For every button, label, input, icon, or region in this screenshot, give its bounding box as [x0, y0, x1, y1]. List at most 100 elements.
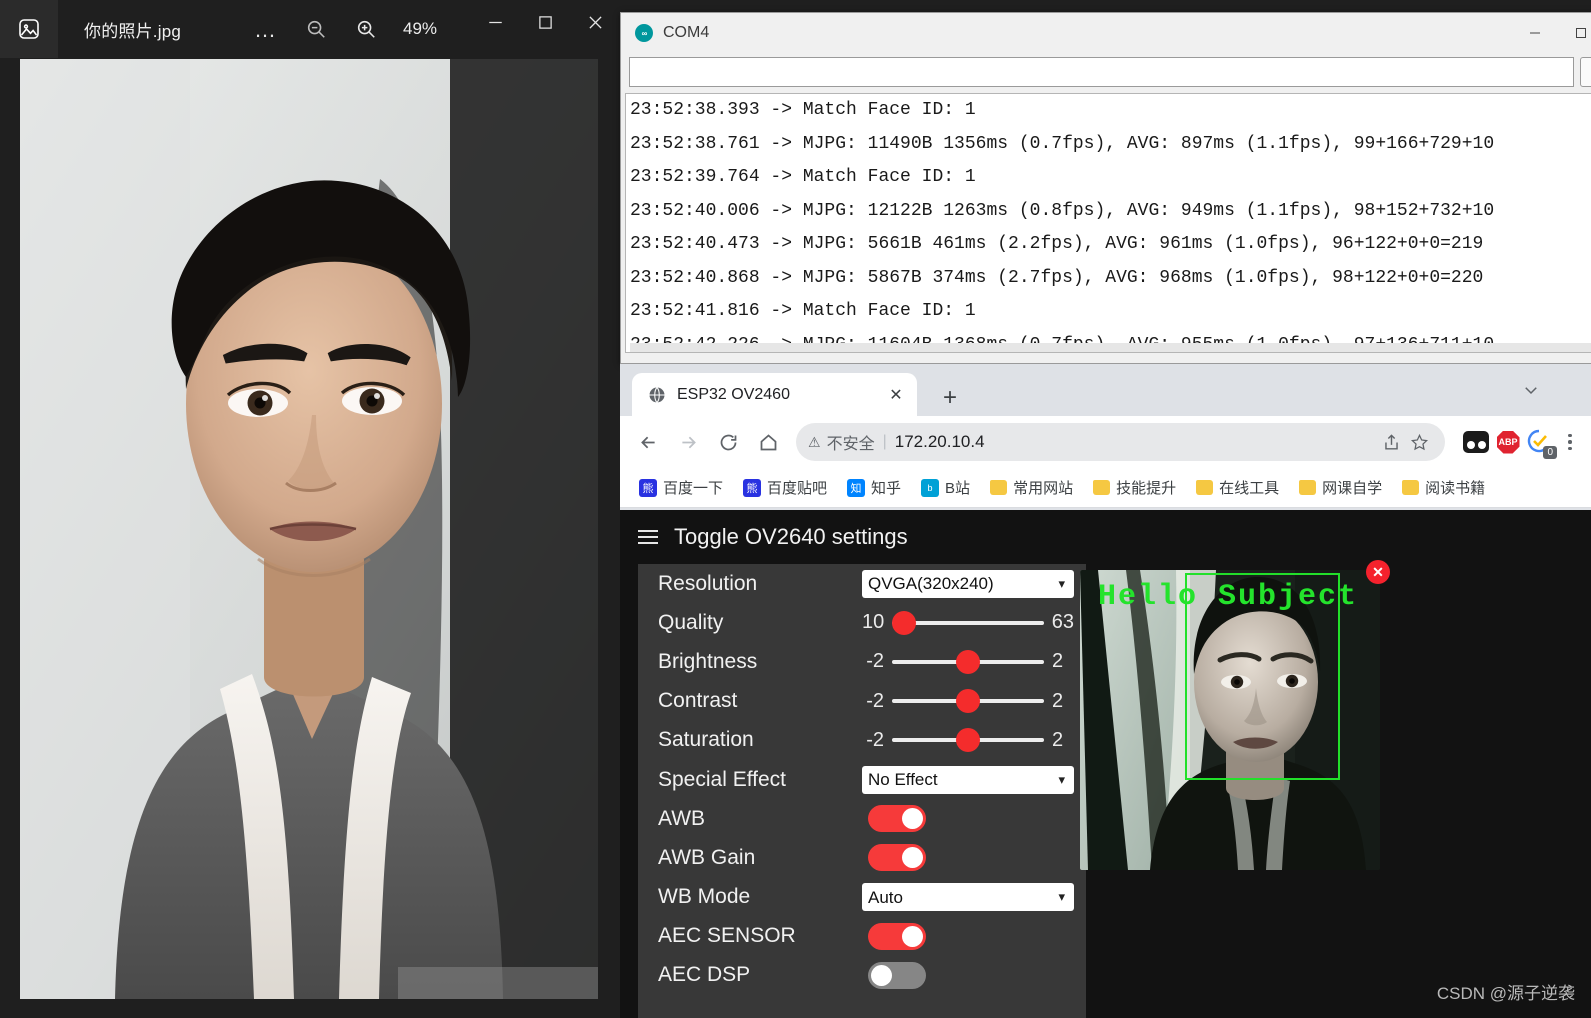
zhihu-icon: 知 [847, 478, 866, 497]
browser-tabstrip: ESP32 OV2460 ✕ + [620, 364, 1591, 416]
address-bar[interactable]: ⚠ 不安全 | 172.20.10.4 [796, 423, 1445, 461]
special-effect-select[interactable]: No Effect [862, 765, 1074, 794]
adblock-plus-button[interactable]: ABP [1493, 427, 1523, 457]
hamburger-icon[interactable] [638, 530, 658, 544]
log-line: 23:52:39.764 -> Match Face ID: 1 [630, 167, 976, 187]
browser-tab[interactable]: ESP32 OV2460 ✕ [632, 373, 917, 416]
setting-label: Special Effect [658, 767, 787, 791]
quality-slider[interactable]: 10 63 [862, 610, 1074, 635]
reload-icon [720, 434, 736, 450]
wb-mode-select[interactable]: Auto [862, 883, 1074, 912]
maximize-button[interactable] [1558, 13, 1591, 53]
stream-close-button[interactable]: ✕ [1366, 560, 1390, 584]
slider-track[interactable] [892, 689, 1044, 714]
baidu-icon: 熊 [639, 478, 657, 497]
setting-label: WB Mode [658, 885, 751, 909]
resolution-select[interactable]: QVGA(320x240) [862, 569, 1074, 598]
minimize-button[interactable] [1512, 13, 1558, 53]
glasses-extension-button[interactable] [1461, 427, 1491, 457]
warning-triangle-icon: ⚠ [808, 433, 821, 450]
share-button[interactable] [1377, 428, 1405, 456]
setting-row-aec-sensor: AEC SENSOR [638, 917, 1086, 956]
bookmark-label: 百度一下 [663, 480, 724, 497]
home-button[interactable] [748, 422, 788, 462]
setting-row-awb: AWB [638, 799, 1086, 838]
bookmark-folder-online-tools[interactable]: 在线工具 [1189, 474, 1286, 501]
bookmarks-bar: 熊 百度一下 熊 百度贴吧 知 知乎 b B站 常用网站 技能提升 在线工具 网… [620, 468, 1591, 508]
serial-send-button[interactable]: 发送 [1580, 57, 1591, 87]
photo-image-area[interactable] [20, 59, 598, 999]
zoom-level-label: 49% [403, 19, 438, 38]
maximize-icon [1576, 28, 1586, 38]
minimize-icon [488, 21, 502, 23]
folder-icon [1196, 480, 1214, 495]
bookmark-button[interactable] [1405, 428, 1433, 456]
bookmark-folder-reading[interactable]: 阅读书籍 [1395, 474, 1492, 501]
folder-icon [990, 480, 1008, 495]
serial-window-controls [1512, 13, 1591, 53]
setting-label: AEC DSP [658, 963, 751, 987]
photo-viewer-window: 你的照片.jpg … 49% [0, 0, 620, 1018]
face-recognition-caption: Hello Subject 1 [1098, 580, 1380, 614]
bookmark-baidu-tieba[interactable]: 熊 百度贴吧 [736, 474, 834, 501]
setting-label: Brightness [658, 649, 758, 673]
reload-button[interactable] [708, 422, 748, 462]
bookmark-zhihu[interactable]: 知 知乎 [840, 474, 908, 501]
arrow-right-icon [681, 436, 696, 448]
photo-scroll-overlay[interactable] [398, 967, 598, 999]
three-dot-menu-icon[interactable] [1557, 433, 1583, 451]
bookmark-folder-online-courses[interactable]: 网课自学 [1292, 474, 1389, 501]
saturation-slider[interactable]: -2 2 [862, 728, 1074, 753]
log-line: 23:52:38.761 -> MJPG: 11490B 1356ms (0.7… [630, 133, 1495, 154]
chevron-down-icon[interactable] [1517, 378, 1545, 402]
setting-label: Quality [658, 610, 724, 634]
checkmark-extension-button[interactable]: 0 [1525, 427, 1557, 459]
url-text[interactable]: 172.20.10.4 [895, 432, 1377, 452]
bookmark-folder-common-sites[interactable]: 常用网站 [983, 474, 1080, 501]
bookmark-baidu[interactable]: 熊 百度一下 [632, 474, 730, 501]
bookmark-folder-skills[interactable]: 技能提升 [1086, 474, 1183, 501]
brightness-slider[interactable]: -2 2 [862, 649, 1074, 674]
horizontal-scrollbar[interactable] [630, 343, 1591, 352]
bilibili-icon: b [921, 478, 940, 497]
setting-row-quality: Quality 10 63 [638, 603, 1086, 642]
forward-button[interactable] [668, 422, 708, 462]
close-button[interactable] [570, 0, 620, 44]
minimize-button[interactable] [470, 0, 520, 44]
video-stream-container: Hello Subject 1 ✕ [1080, 560, 1390, 870]
setting-row-special-effect: Special Effect No Effect ▾ [638, 760, 1086, 799]
zoom-out-button[interactable] [291, 6, 341, 52]
setting-row-resolution: Resolution QVGA(320x240) ▾ [638, 564, 1086, 603]
serial-command-input[interactable] [629, 57, 1574, 87]
aec-sensor-toggle[interactable] [868, 922, 926, 950]
serial-log-output[interactable]: 23:52:38.393 -> Match Face ID: 1 23:52:3… [625, 93, 1591, 353]
video-stream-figure[interactable]: Hello Subject 1 [1080, 570, 1380, 870]
slider-max-label: 2 [1052, 728, 1064, 751]
contrast-slider[interactable]: -2 2 [862, 689, 1074, 714]
photo-filename: 你的照片.jpg [84, 21, 182, 41]
folder-icon [1299, 480, 1317, 495]
slider-track[interactable] [892, 649, 1044, 674]
slider-thumb[interactable] [892, 610, 917, 635]
bookmark-bilibili[interactable]: b B站 [914, 474, 977, 501]
slider-min-label: -2 [866, 689, 884, 712]
slider-thumb[interactable] [956, 689, 980, 714]
slider-track[interactable] [892, 728, 1044, 753]
slider-track[interactable] [892, 610, 1044, 635]
new-tab-button[interactable]: + [932, 381, 968, 415]
bookmark-label: 知乎 [871, 480, 902, 497]
back-button[interactable] [628, 422, 668, 462]
photos-icon [0, 0, 58, 58]
setting-row-brightness: Brightness -2 2 [638, 642, 1086, 681]
awb-gain-toggle[interactable] [868, 844, 926, 872]
browser-tab-title: ESP32 OV2460 [677, 385, 790, 403]
tab-close-icon[interactable]: ✕ [885, 384, 907, 406]
slider-thumb[interactable] [956, 728, 980, 753]
awb-toggle[interactable] [868, 805, 926, 833]
arduino-icon: ∞ [635, 24, 653, 42]
zoom-in-button[interactable] [341, 6, 391, 52]
slider-thumb[interactable] [956, 649, 980, 674]
aec-dsp-toggle[interactable] [868, 961, 926, 989]
more-options-button[interactable]: … [241, 6, 291, 52]
maximize-button[interactable] [520, 0, 570, 44]
